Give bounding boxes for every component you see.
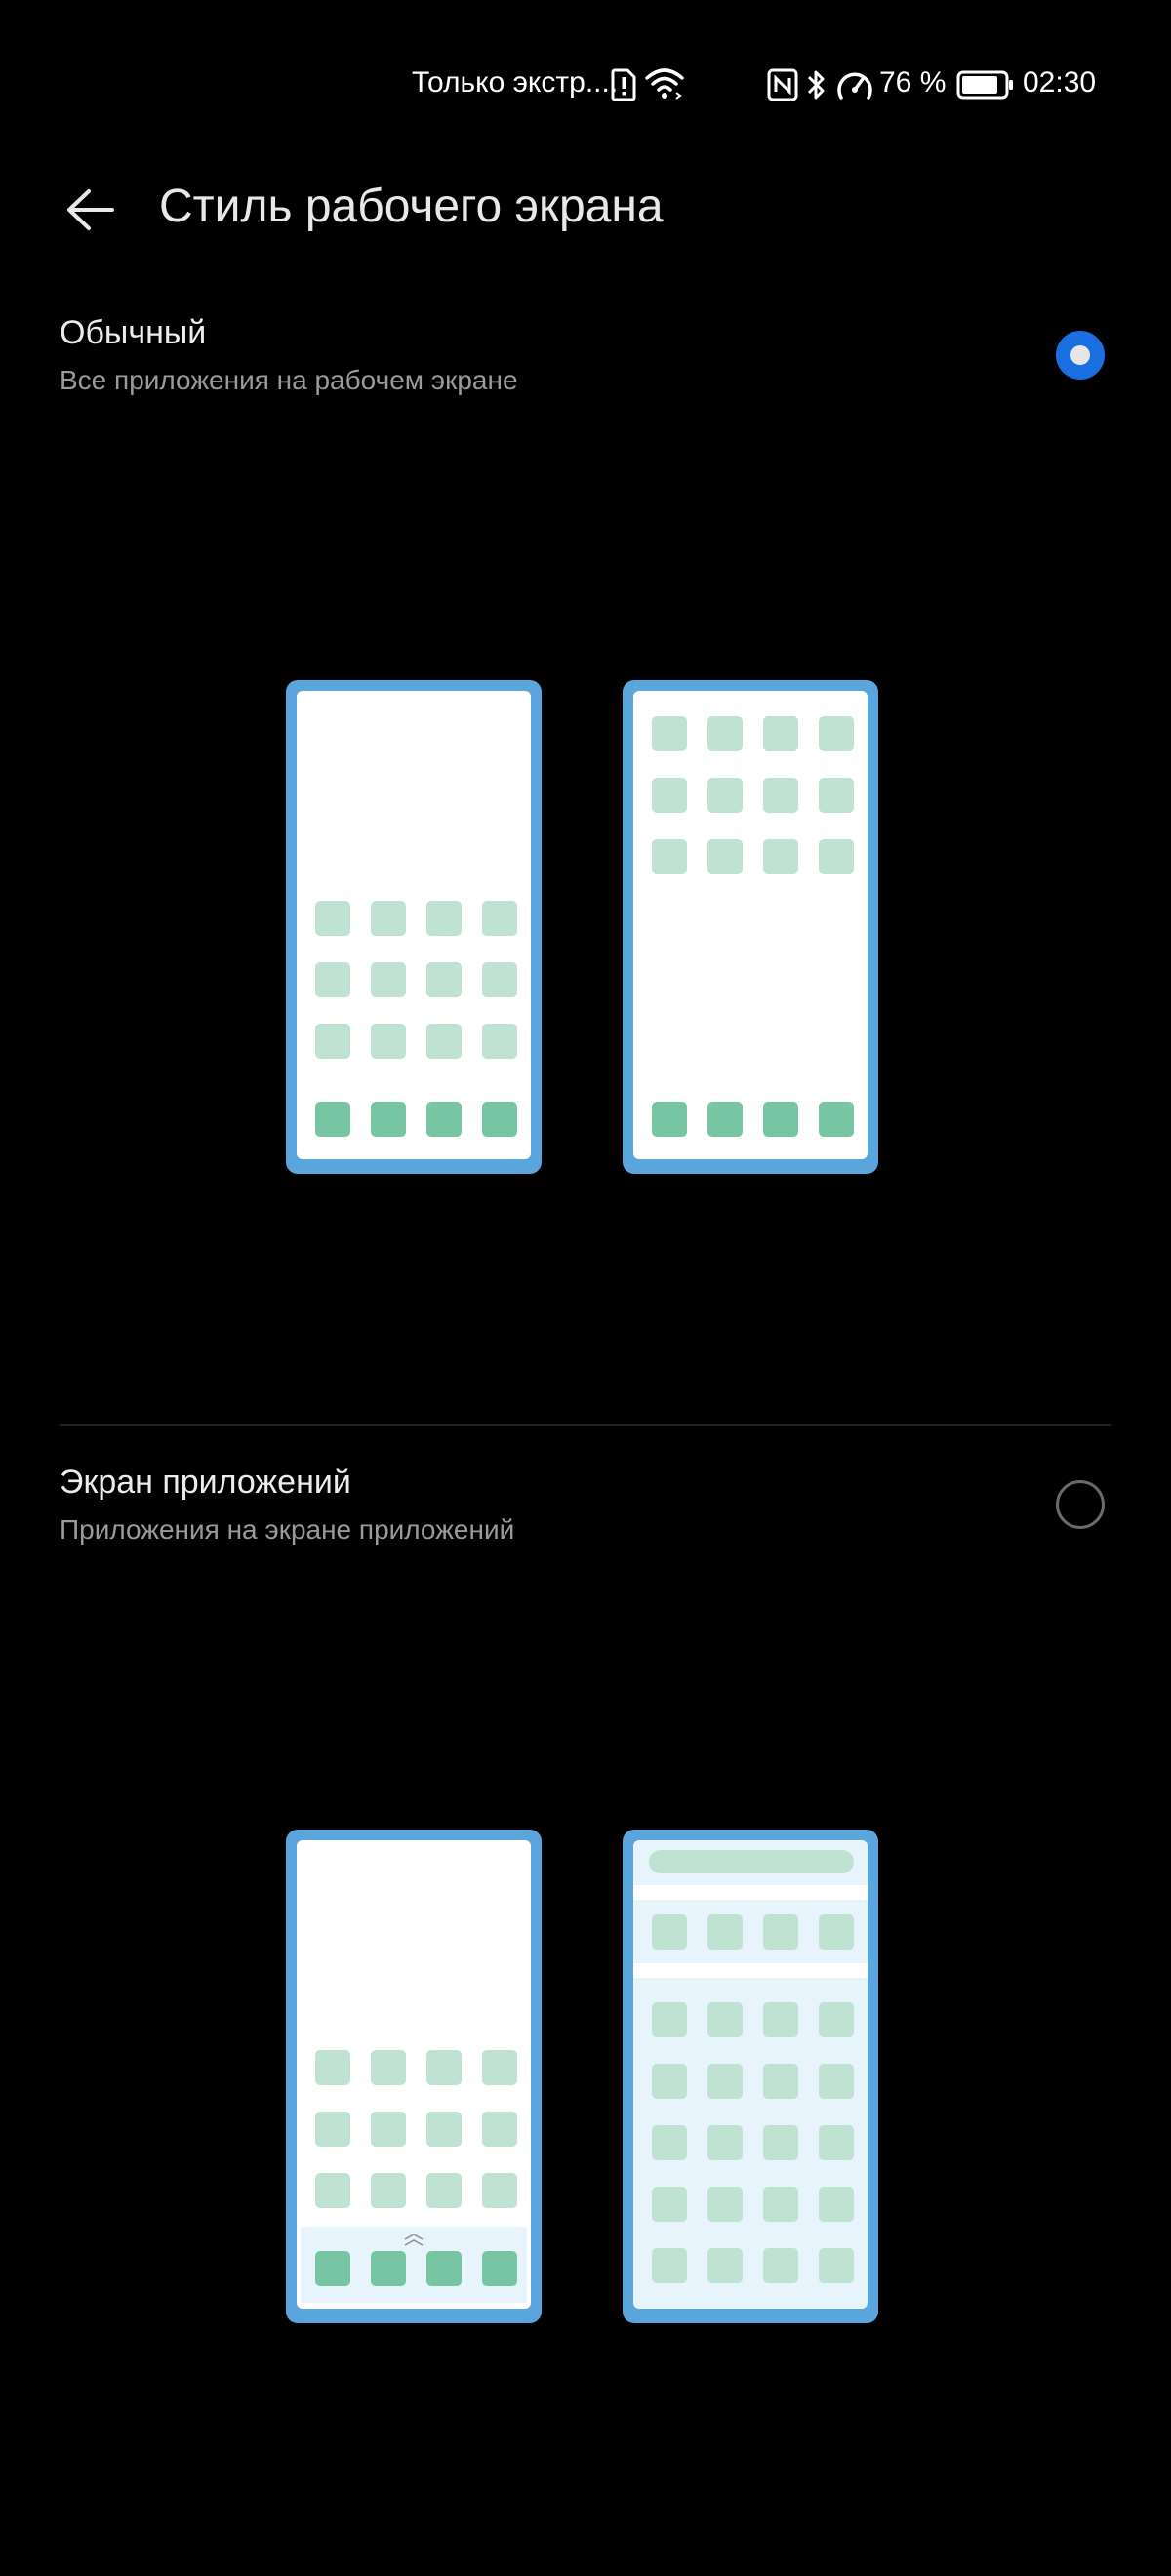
standard-preview-illustration	[286, 680, 878, 1174]
option-standard[interactable]: Обычный Все приложения на рабочем экране	[0, 314, 1171, 431]
phone-left-preview	[286, 680, 542, 1174]
option-app-drawer[interactable]: Экран приложений Приложения на экране пр…	[0, 1464, 1171, 1581]
option-standard-subtitle: Все приложения на рабочем экране	[60, 365, 518, 395]
nfc-icon	[767, 68, 798, 106]
phone-right-drawer-preview	[623, 1830, 878, 2323]
battery-icon	[956, 70, 1015, 104]
option-app-drawer-title: Экран приложений	[60, 1464, 351, 1501]
drawer-preview-illustration	[286, 1830, 878, 2323]
back-button[interactable]	[57, 176, 125, 244]
status-bar: Только экстр.... 76 % 02:30	[0, 59, 1171, 113]
bluetooth-icon	[805, 68, 828, 106]
wifi-icon	[644, 66, 685, 106]
clock: 02:30	[1023, 66, 1097, 99]
phone-left-drawer-preview	[286, 1830, 542, 2323]
divider	[60, 1424, 1111, 1426]
phone-right-preview	[623, 680, 878, 1174]
option-app-drawer-subtitle: Приложения на экране приложений	[60, 1514, 515, 1545]
alert-sim-icon	[610, 68, 637, 106]
option-standard-title: Обычный	[60, 314, 207, 351]
carrier-text: Только экстр....	[412, 66, 619, 99]
back-arrow-icon	[67, 189, 114, 230]
battery-percent: 76 %	[879, 66, 947, 99]
page-title: Стиль рабочего экрана	[159, 181, 664, 232]
radio-standard[interactable]	[1056, 331, 1105, 380]
speedometer-icon	[835, 68, 874, 106]
radio-app-drawer[interactable]	[1056, 1480, 1105, 1529]
